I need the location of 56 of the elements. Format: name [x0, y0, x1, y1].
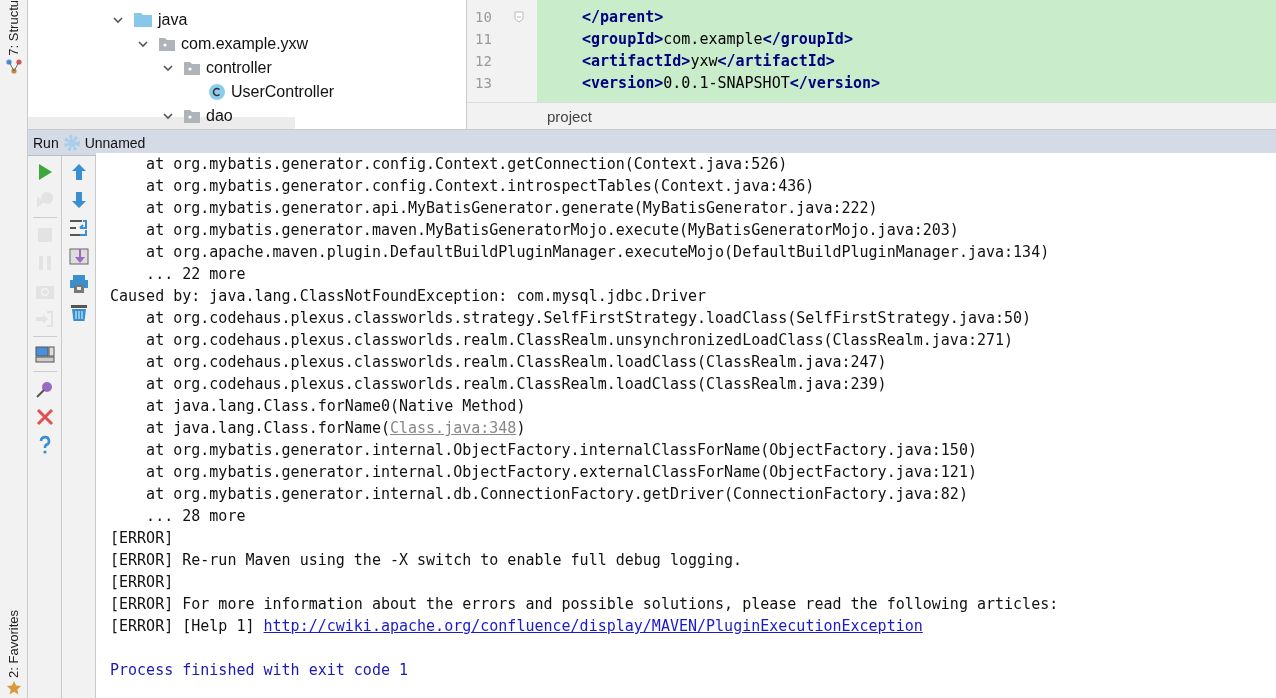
code-line: <groupId>com.example</groupId>	[581, 30, 853, 48]
tree-item[interactable]: com.example.yxw	[181, 35, 309, 53]
chevron-icon[interactable]	[162, 62, 174, 74]
run-config-tab[interactable]: Unnamed	[84, 134, 146, 151]
console-line: at org.apache.maven.plugin.DefaultBuildPluginManager.executeMojo(DefaultBuildPluginManager.java:134)	[145, 243, 1050, 261]
code-line: <version>0.0.1-SNAPSHOT</version>	[581, 74, 881, 92]
console-line: [ERROR] Re-run Maven using the -X switch to enable full debug logging.	[110, 551, 743, 569]
url-link[interactable]: http://cwiki.apache.org/confluence/display/MAVEN/PluginExecutionException	[263, 617, 923, 635]
tree-item[interactable]: dao	[206, 107, 233, 125]
run-label: Run	[33, 134, 59, 151]
console-line: Caused by: java.lang.ClassNotFoundException: com.mysql.jdbc.Driver	[110, 287, 707, 305]
chevron-icon[interactable]	[112, 14, 124, 26]
console-line: [ERROR]	[110, 573, 174, 591]
console-line: at org.mybatis.generator.config.Context.introspectTables(Context.java:436)	[145, 177, 815, 195]
console-line: at org.codehaus.plexus.classworlds.strategy.SelfFirstStrategy.loadClass(SelfFirstStrategy.java:50)	[145, 309, 1032, 327]
chevron-icon[interactable]	[162, 110, 174, 122]
gear-icon	[62, 133, 81, 152]
structure-tab[interactable]: 7: Structu	[5, 0, 22, 76]
tree-item[interactable]: java	[158, 11, 188, 29]
folder-icon	[134, 13, 152, 27]
line-number: 11	[474, 31, 493, 47]
console-line: at org.mybatis.generator.internal.db.ConnectionFactory.getDriver(ConnectionFactory.java:82)	[145, 485, 968, 503]
console-line: [ERROR]	[110, 529, 174, 547]
code-line: <artifactId>yxw</artifactId>	[581, 52, 835, 70]
package-icon	[184, 109, 200, 123]
line-number: 10	[474, 9, 493, 25]
code-line: </parent>	[581, 8, 664, 26]
console-line: at org.mybatis.generator.api.MyBatisGenerator.generate(MyBatisGenerator.java:222)	[145, 199, 878, 217]
structure-icon[interactable]	[5, 57, 22, 74]
console-line: [ERROR] For more information about the errors and possible solutions, please read the following articles:	[110, 595, 1059, 613]
console-line: at org.mybatis.generator.internal.ObjectFactory.externalClassForName(ObjectFactory.java:121)	[145, 463, 977, 481]
console-line: ... 28 more	[145, 507, 246, 525]
class-icon	[209, 84, 225, 100]
tree-item[interactable]: UserController	[231, 83, 335, 101]
console-line: at java.lang.Class.forName(Class.java:348)	[145, 419, 526, 437]
console-line: at org.codehaus.plexus.classworlds.realm.ClassRealm.unsynchronizedLoadClass(ClassRealm.java:271)	[145, 331, 1014, 349]
console-line: ... 22 more	[145, 265, 246, 283]
tree-item[interactable]: controller	[206, 59, 272, 77]
console-line: at org.mybatis.generator.config.Context.getConnection(Context.java:526)	[145, 155, 788, 173]
line-number: 12	[474, 53, 493, 69]
favorites-tab[interactable]: 2: Favorites	[5, 610, 22, 698]
exit-message: Process finished with exit code 1	[110, 661, 408, 679]
console-line: at org.mybatis.generator.maven.MyBatisGeneratorMojo.execute(MyBatisGeneratorMojo.java:203)	[145, 221, 959, 239]
fold-icon[interactable]	[514, 11, 524, 23]
console-line: at org.codehaus.plexus.classworlds.realm.ClassRealm.loadClass(ClassRealm.java:247)	[145, 353, 887, 371]
package-icon	[159, 37, 175, 51]
package-icon	[184, 61, 200, 75]
console-line: at java.lang.Class.forName0(Native Method)	[145, 397, 526, 415]
star-icon[interactable]	[5, 680, 22, 696]
console-line: at org.codehaus.plexus.classworlds.realm.ClassRealm.loadClass(ClassRealm.java:239)	[145, 375, 887, 393]
line-number: 13	[474, 75, 493, 91]
source-link[interactable]: Class.java:348	[389, 419, 517, 437]
console-line: [ERROR] [Help 1] http://cwiki.apache.org/confluence/display/MAVEN/PluginExecutionException	[110, 617, 923, 635]
chevron-icon[interactable]	[137, 38, 149, 50]
console-line: at org.mybatis.generator.internal.ObjectFactory.internalClassForName(ObjectFactory.java:150)	[145, 441, 977, 459]
breadcrumb[interactable]: project	[547, 107, 593, 125]
